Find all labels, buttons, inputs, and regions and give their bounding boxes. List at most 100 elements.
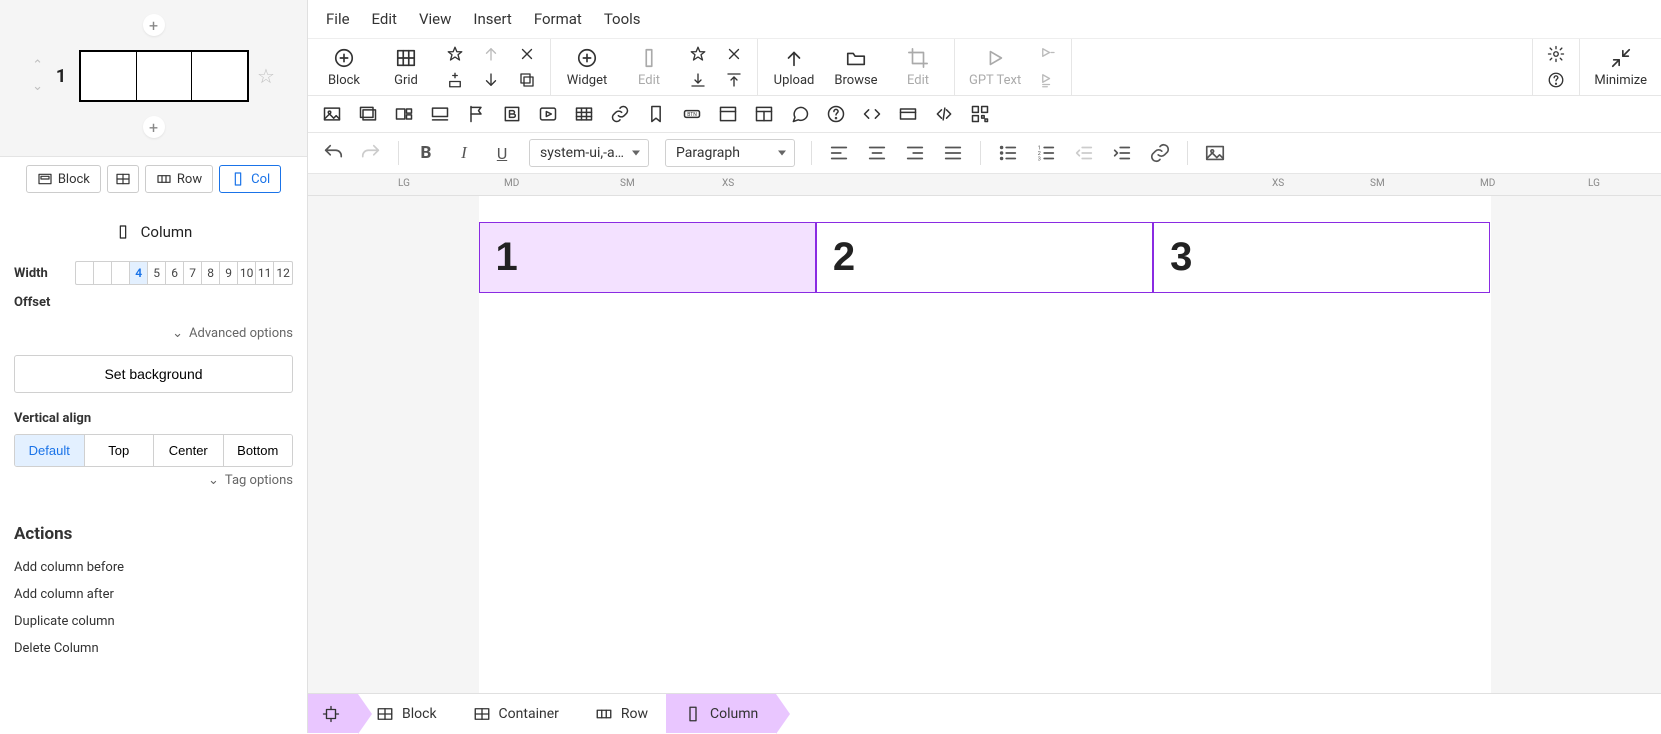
bold-box-icon[interactable]: [502, 104, 522, 124]
redo-button[interactable]: [360, 142, 382, 164]
align-center-button[interactable]: [866, 142, 888, 164]
help-icon[interactable]: [1547, 71, 1565, 89]
width-7[interactable]: 7: [184, 262, 202, 284]
bullet-list-button[interactable]: [997, 142, 1019, 164]
x-icon[interactable]: [518, 45, 536, 63]
width-11[interactable]: 11: [256, 262, 274, 284]
grid-button[interactable]: Grid: [384, 47, 428, 88]
canvas-column-2[interactable]: 2: [816, 222, 1153, 293]
canvas-area[interactable]: 1 2 3: [308, 196, 1661, 693]
image-icon[interactable]: [322, 104, 342, 124]
width-8[interactable]: 8: [202, 262, 220, 284]
valign-bottom[interactable]: Bottom: [224, 435, 293, 466]
link-icon[interactable]: [610, 104, 630, 124]
canvas-column-3[interactable]: 3: [1153, 222, 1490, 293]
valign-top[interactable]: Top: [85, 435, 155, 466]
tab-block[interactable]: Block: [26, 165, 101, 193]
bc-column[interactable]: Column: [666, 694, 776, 733]
minimize-button[interactable]: Minimize: [1594, 47, 1647, 88]
add-block-button[interactable]: Block: [322, 47, 366, 88]
code-icon[interactable]: [934, 104, 954, 124]
qr-icon[interactable]: [970, 104, 990, 124]
valign-default[interactable]: Default: [15, 435, 85, 466]
layout2-icon[interactable]: [754, 104, 774, 124]
valign-center[interactable]: Center: [154, 435, 224, 466]
width-1[interactable]: [76, 262, 94, 284]
indent-button[interactable]: [1111, 142, 1133, 164]
play-dash-icon[interactable]: [1039, 45, 1057, 63]
add-below-icon[interactable]: [446, 71, 464, 89]
action-add-column-after[interactable]: Add column after: [14, 581, 293, 608]
width-3[interactable]: [112, 262, 130, 284]
help-circle-icon[interactable]: [826, 104, 846, 124]
action-add-column-before[interactable]: Add column before: [14, 554, 293, 581]
add-widget-button[interactable]: Widget: [565, 47, 609, 88]
align-justify-button[interactable]: [942, 142, 964, 164]
number-list-button[interactable]: 123: [1035, 142, 1057, 164]
star-icon[interactable]: ☆: [257, 64, 275, 88]
upload-button[interactable]: Upload: [772, 47, 816, 88]
width-2[interactable]: [94, 262, 112, 284]
align-top-icon[interactable]: [725, 71, 743, 89]
action-duplicate-column[interactable]: Duplicate column: [14, 608, 293, 635]
insert-image-button[interactable]: [1204, 142, 1226, 164]
underline-button[interactable]: U: [491, 142, 513, 164]
menu-format[interactable]: Format: [534, 10, 582, 28]
flag-icon[interactable]: [466, 104, 486, 124]
add-block-above-button[interactable]: +: [143, 14, 165, 36]
font-family-select[interactable]: system-ui,-ap…: [529, 139, 649, 167]
image-text-icon[interactable]: [430, 104, 450, 124]
x-icon[interactable]: [725, 45, 743, 63]
italic-button[interactable]: I: [453, 142, 475, 164]
card-icon[interactable]: [898, 104, 918, 124]
play-lines-icon[interactable]: [1039, 71, 1057, 89]
page-canvas[interactable]: 1 2 3: [479, 196, 1491, 693]
layout-icon[interactable]: [718, 104, 738, 124]
bookmark-icon[interactable]: [646, 104, 666, 124]
menu-file[interactable]: File: [326, 10, 350, 28]
bc-selection-icon[interactable]: [308, 694, 358, 733]
gallery-icon[interactable]: [394, 104, 414, 124]
embed-icon[interactable]: [862, 104, 882, 124]
menu-tools[interactable]: Tools: [604, 10, 641, 28]
tab-row[interactable]: Row: [145, 165, 213, 193]
align-bottom-icon[interactable]: [689, 71, 707, 89]
star-icon[interactable]: [446, 45, 464, 63]
set-background-button[interactable]: Set background: [14, 355, 293, 393]
width-9[interactable]: 9: [220, 262, 238, 284]
width-10[interactable]: 10: [238, 262, 256, 284]
copy-icon[interactable]: [518, 71, 536, 89]
arrow-down-icon[interactable]: [482, 71, 500, 89]
browse-button[interactable]: Browse: [834, 47, 878, 88]
canvas-row[interactable]: 1 2 3: [479, 222, 1491, 293]
bc-container[interactable]: Container: [455, 694, 577, 733]
width-4[interactable]: 4: [130, 262, 148, 284]
arrow-up-icon[interactable]: [482, 45, 500, 63]
bc-block[interactable]: Block: [358, 694, 455, 733]
align-right-button[interactable]: [904, 142, 926, 164]
caret-down-icon[interactable]: ⌄: [32, 79, 43, 94]
width-12[interactable]: 12: [274, 262, 292, 284]
action-delete-column[interactable]: Delete Column: [14, 635, 293, 662]
bold-button[interactable]: B: [415, 142, 437, 164]
width-5[interactable]: 5: [148, 262, 166, 284]
table-icon[interactable]: [574, 104, 594, 124]
bc-row[interactable]: Row: [577, 694, 666, 733]
menu-view[interactable]: View: [419, 10, 451, 28]
width-6[interactable]: 6: [166, 262, 184, 284]
add-block-below-button[interactable]: +: [143, 116, 165, 138]
tab-col[interactable]: Col: [219, 165, 281, 193]
outdent-button[interactable]: [1073, 142, 1095, 164]
insert-link-button[interactable]: [1149, 142, 1171, 164]
menu-edit[interactable]: Edit: [372, 10, 397, 28]
menu-insert[interactable]: Insert: [473, 10, 511, 28]
align-left-button[interactable]: [828, 142, 850, 164]
video-icon[interactable]: [538, 104, 558, 124]
star-icon[interactable]: [689, 45, 707, 63]
comment-icon[interactable]: [790, 104, 810, 124]
button-icon[interactable]: BTN: [682, 104, 702, 124]
tab-container[interactable]: [107, 165, 139, 193]
gear-icon[interactable]: [1547, 45, 1565, 63]
images-icon[interactable]: [358, 104, 378, 124]
paragraph-style-select[interactable]: Paragraph: [665, 139, 795, 167]
